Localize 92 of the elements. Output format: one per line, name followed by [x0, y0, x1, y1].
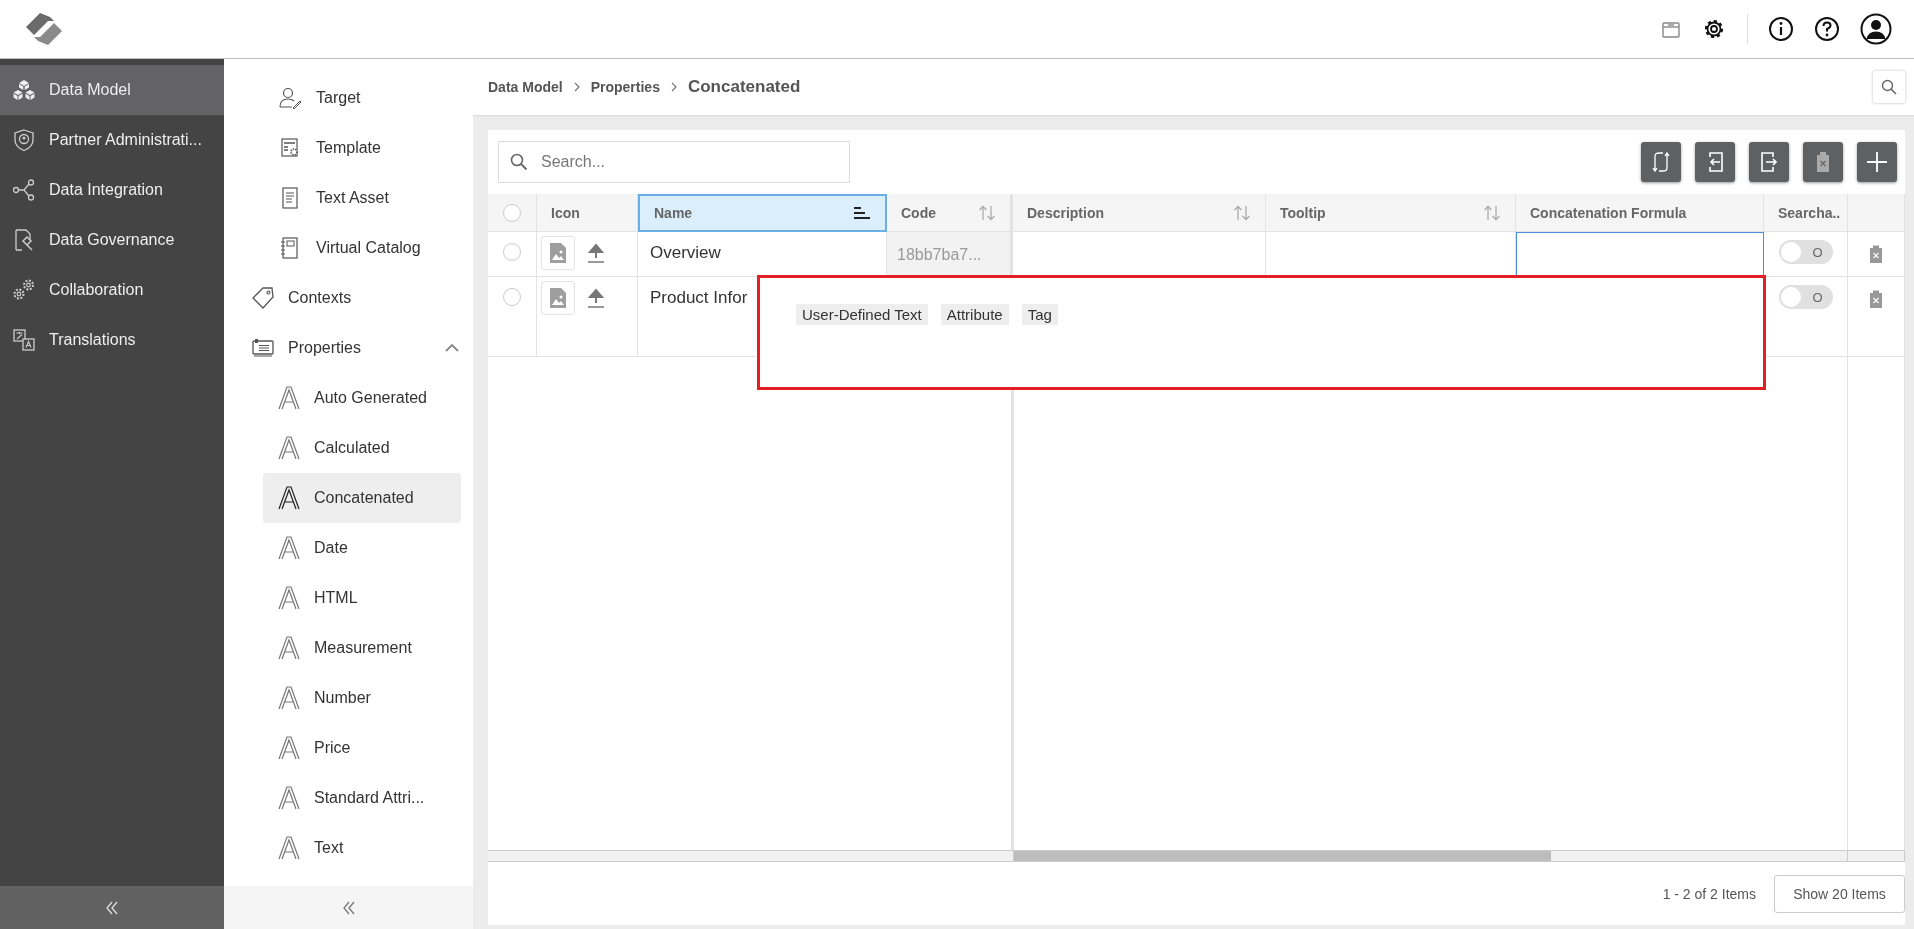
- sync-icon: [1651, 151, 1671, 173]
- delete-button[interactable]: [1803, 142, 1843, 182]
- sub-nav-item[interactable]: Concatenated: [263, 473, 461, 523]
- sub-nav-item[interactable]: HTML: [263, 573, 461, 623]
- nav-item[interactable]: Collaboration: [0, 265, 224, 315]
- nav-item[interactable]: Data Model: [0, 65, 224, 115]
- sub-nav-item[interactable]: Contexts: [224, 273, 473, 323]
- translate-icon: [12, 328, 36, 352]
- item-count: 1 - 2 of 2 Items: [1662, 885, 1756, 902]
- cards-icon: [251, 336, 275, 360]
- export-icon: [1759, 151, 1779, 173]
- cubes-icon: [12, 78, 36, 102]
- sub-nav-item[interactable]: Number: [263, 673, 461, 723]
- sub-nav-item[interactable]: Virtual Catalog: [263, 223, 461, 273]
- column-header[interactable]: Searcha..: [1764, 194, 1848, 232]
- font-icon: [278, 386, 300, 410]
- sub-nav-item[interactable]: Price: [263, 723, 461, 773]
- box-icon[interactable]: [1661, 19, 1681, 39]
- sort-icon: [853, 207, 871, 219]
- import-button[interactable]: [1695, 142, 1735, 182]
- sub-nav-item[interactable]: Properties: [224, 323, 473, 373]
- export-button[interactable]: [1749, 142, 1789, 182]
- column-header[interactable]: Description: [1013, 194, 1266, 232]
- upload-icon[interactable]: [587, 243, 605, 263]
- sub-nav-item[interactable]: Standard Attri...: [263, 773, 461, 823]
- font-icon: [278, 786, 300, 810]
- trash-icon[interactable]: [1869, 290, 1883, 308]
- nodes-icon: [12, 178, 36, 202]
- chevron-right-icon: [572, 82, 581, 92]
- chevron-right-icon: [669, 82, 678, 92]
- font-icon: [278, 736, 300, 760]
- scrollbar-thumb[interactable]: [1014, 851, 1551, 861]
- gears-icon: [12, 278, 36, 302]
- nav-item[interactable]: Data Governance: [0, 215, 224, 265]
- chevron-icon[interactable]: [445, 343, 459, 353]
- nav-item[interactable]: Translations: [0, 315, 224, 365]
- sub-nav-item[interactable]: Measurement: [263, 623, 461, 673]
- add-button[interactable]: [1857, 142, 1897, 182]
- nav-item[interactable]: Partner Administrati...: [0, 115, 224, 165]
- upload-icon[interactable]: [587, 288, 605, 308]
- breadcrumb-link[interactable]: Properties: [590, 79, 660, 95]
- nav-item[interactable]: Data Integration: [0, 165, 224, 215]
- breadcrumb-current: Concatenated: [687, 77, 801, 97]
- searchable-toggle[interactable]: O: [1778, 240, 1833, 264]
- sub-nav-item[interactable]: Template: [263, 123, 461, 173]
- sort-arrows-icon: [1233, 204, 1251, 221]
- font-icon: [278, 686, 300, 710]
- page-size-button[interactable]: Show 20 Items: [1774, 874, 1905, 913]
- person-icon: [278, 86, 302, 110]
- sort-arrows-icon: [1483, 204, 1501, 221]
- column-header[interactable]: Tooltip: [1266, 194, 1516, 232]
- breadcrumb-link[interactable]: Data Model: [488, 79, 563, 95]
- column-header[interactable]: Name: [638, 194, 887, 232]
- row-checkbox[interactable]: [503, 243, 521, 261]
- avatar-icon[interactable]: [1860, 13, 1892, 45]
- shield-icon: [12, 128, 36, 152]
- select-all-checkbox[interactable]: [503, 203, 521, 222]
- formula-chip[interactable]: Tag: [1021, 304, 1058, 325]
- font-icon: [278, 486, 300, 510]
- formula-chip[interactable]: User-Defined Text: [796, 304, 928, 325]
- sub-nav-item[interactable]: Date: [263, 523, 461, 573]
- plus-icon: [1866, 151, 1888, 173]
- sub-nav-item[interactable]: Text: [263, 823, 461, 873]
- sub-nav-item[interactable]: Calculated: [263, 423, 461, 473]
- image-placeholder-icon: [541, 281, 575, 315]
- trash-icon[interactable]: [1869, 245, 1883, 263]
- column-header[interactable]: Concatenation Formula: [1516, 194, 1764, 232]
- font-icon: [278, 436, 300, 460]
- table-cell: 18bb7ba7...: [897, 246, 982, 264]
- image-placeholder-icon: [541, 236, 575, 270]
- sort-arrows-icon: [978, 204, 996, 221]
- help-icon[interactable]: [1814, 16, 1840, 42]
- collapse-icon[interactable]: [104, 899, 120, 916]
- search-button[interactable]: [1873, 71, 1905, 103]
- font-icon: [278, 636, 300, 660]
- formula-chip[interactable]: Attribute: [940, 304, 1009, 325]
- font-icon: [278, 836, 300, 860]
- sub-nav-item[interactable]: Text Asset: [263, 173, 461, 223]
- info-icon[interactable]: [1768, 16, 1794, 42]
- font-icon: [278, 536, 300, 560]
- font-icon: [278, 586, 300, 610]
- search-icon: [1881, 79, 1897, 95]
- tag-icon: [251, 286, 275, 310]
- search-field[interactable]: Search...: [498, 141, 850, 183]
- table-cell: Overview: [650, 243, 721, 263]
- sub-nav-item[interactable]: Auto Generated: [263, 373, 461, 423]
- sub-nav-item[interactable]: Target: [263, 73, 461, 123]
- searchable-toggle[interactable]: O: [1778, 285, 1833, 309]
- table-cell: Product Infor: [650, 288, 748, 308]
- row-checkbox[interactable]: [503, 288, 521, 306]
- sync-button[interactable]: [1641, 142, 1681, 182]
- trash-icon: [1814, 151, 1832, 173]
